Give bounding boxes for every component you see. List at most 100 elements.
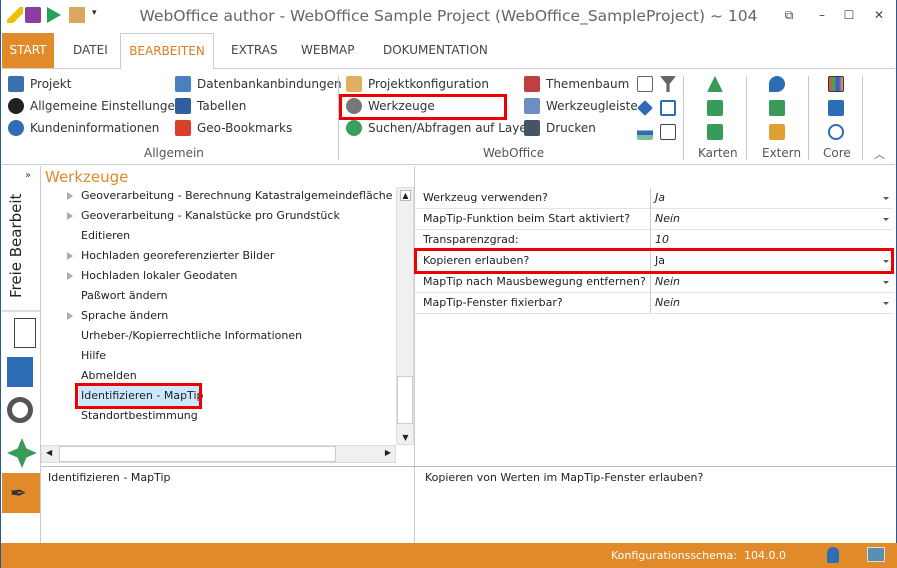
map-view-icon[interactable] (707, 124, 723, 140)
property-value[interactable]: Nein (650, 209, 893, 229)
scrollbar-thumb[interactable] (59, 446, 336, 462)
value-text: Nein (655, 296, 681, 309)
description-left: Identifizieren - MapTip (48, 471, 171, 484)
label: Tabellen (197, 99, 247, 113)
property-value[interactable]: 10 (650, 230, 893, 250)
database-search-icon[interactable] (769, 124, 785, 140)
dropdown-arrow-icon[interactable] (883, 197, 889, 200)
config-schema-status: Konfigurationsschema: 104.0.0 (611, 549, 786, 562)
tree-item[interactable]: Geoverarbeitung - Kanalstücke pro Grunds… (81, 206, 340, 226)
property-row: MapTip-Fenster fixierbar? Nein (415, 293, 893, 314)
collapse-ribbon-icon[interactable]: ︿ (874, 146, 885, 162)
horizontal-scrollbar[interactable]: ◀ ▶ (41, 445, 396, 463)
tree-item[interactable]: Hilfe (81, 346, 106, 366)
notebook-icon[interactable] (7, 357, 33, 387)
tree-item[interactable]: Sprache ändern (81, 306, 168, 326)
geo-bookmark-icon (175, 120, 191, 136)
vertical-scrollbar[interactable]: ▲ ▼ (396, 187, 414, 445)
document-icon[interactable] (637, 76, 653, 92)
toolbar-icon (524, 98, 540, 114)
expand-arrow-icon[interactable] (67, 192, 73, 200)
landscape-icon[interactable] (637, 124, 653, 140)
scroll-left-icon[interactable]: ◀ (46, 448, 52, 457)
clock-icon[interactable] (828, 124, 844, 140)
settings-wrench-icon[interactable] (828, 100, 844, 116)
tab-start[interactable]: START (2, 33, 54, 68)
tab-bearbeiten[interactable]: BEARBEITEN (120, 33, 214, 69)
scroll-down-icon[interactable]: ▼ (400, 433, 411, 442)
save-icon[interactable] (25, 7, 41, 23)
monitor-icon[interactable] (867, 547, 885, 562)
expand-arrow-icon[interactable] (67, 312, 73, 320)
group-weboffice-col2: Themenbaum Werkzeugleiste Drucken (524, 73, 638, 139)
tab-datei[interactable]: DATEI (63, 33, 118, 68)
ribbon-allgemeine-einstellungen[interactable]: Allgemeine Einstellungen (8, 95, 182, 117)
tree-item[interactable]: Standortbestimmung (81, 406, 198, 426)
label: Projekt (30, 77, 72, 91)
scroll-right-icon[interactable]: ▶ (385, 448, 391, 457)
property-value[interactable]: Nein (650, 272, 893, 292)
tab-dokumentation[interactable]: DOKUMENTATION (373, 33, 498, 68)
sidebar-active-item[interactable]: ✒ (2, 473, 40, 513)
highlight-property-row (414, 248, 894, 274)
layer-tree-icon (524, 76, 540, 92)
property-name: MapTip-Funktion beim Start aktiviert? (423, 212, 631, 225)
scrollbar-thumb[interactable] (397, 376, 413, 424)
sidebar-vertical-tab[interactable]: Freie Bearbeit (7, 194, 25, 298)
ribbon-geo-bookmarks[interactable]: Geo-Bookmarks (175, 117, 342, 139)
tree-item[interactable]: Geoverarbeitung - Berechnung Katastralge… (81, 186, 393, 206)
ribbon-werkzeugleiste[interactable]: Werkzeugleiste (524, 95, 638, 117)
ribbon-tabellen[interactable]: Tabellen (175, 95, 342, 117)
restore-ribbon-icon[interactable]: ⧉ (779, 8, 799, 23)
user-icon[interactable] (827, 547, 839, 563)
divider (746, 76, 747, 160)
property-name: MapTip-Fenster fixierbar? (423, 296, 563, 309)
divider (2, 310, 40, 312)
expand-arrow-icon[interactable] (67, 212, 73, 220)
ribbon-suchen-abfragen[interactable]: Suchen/Abfragen auf Layer (346, 117, 532, 139)
pencil-icon[interactable] (7, 7, 23, 23)
ribbon-datenbankanbindungen[interactable]: Datenbankanbindungen (175, 73, 342, 95)
pin-icon[interactable] (769, 76, 785, 92)
search-icon[interactable] (7, 397, 33, 423)
customize-dropdown-icon[interactable]: ▾ (92, 8, 97, 18)
dropdown-arrow-icon[interactable] (883, 281, 889, 284)
tree-item[interactable]: Urheber-/Kopierrechtliche Informationen (81, 326, 302, 346)
close-project-icon[interactable] (69, 7, 85, 23)
dropdown-arrow-icon[interactable] (883, 218, 889, 221)
map-layers-icon[interactable] (707, 100, 723, 116)
ribbon-projektkonfiguration[interactable]: Projektkonfiguration (346, 73, 532, 95)
expand-sidebar-icon[interactable]: » (25, 170, 31, 181)
scroll-up-icon[interactable]: ▲ (400, 190, 411, 201)
tree-item[interactable]: Hochladen lokaler Geodaten (81, 266, 237, 286)
expand-arrow-icon[interactable] (67, 272, 73, 280)
tab-extras[interactable]: EXTRAS (221, 33, 288, 68)
minimize-button[interactable]: – (812, 8, 832, 22)
tree-item[interactable]: Paßwort ändern (81, 286, 168, 306)
close-button[interactable]: ✕ (869, 8, 889, 22)
tab-webmap[interactable]: WEBMAP (291, 33, 364, 68)
label: Suchen/Abfragen auf Layer (368, 121, 532, 135)
new-document-icon[interactable] (14, 318, 36, 348)
map-location-icon[interactable] (769, 100, 785, 116)
legend-icon[interactable] (660, 100, 676, 116)
tree-item[interactable]: Hochladen georeferenzierter Bilder (81, 246, 274, 266)
window-title: WebOffice author - WebOffice Sample Proj… (139, 7, 758, 25)
property-value[interactable]: Nein (650, 293, 893, 313)
maximize-button[interactable]: ☐ (839, 8, 859, 22)
property-value[interactable]: Ja (650, 188, 893, 208)
tree-item[interactable]: Editieren (81, 226, 130, 246)
binoculars-icon[interactable] (660, 124, 676, 140)
ribbon-drucken[interactable]: Drucken (524, 117, 638, 139)
expand-arrow-icon[interactable] (67, 252, 73, 260)
run-icon[interactable] (47, 7, 61, 23)
ribbon-kundeninformationen[interactable]: Kundeninformationen (8, 117, 182, 139)
ribbon-projekt[interactable]: Projekt (8, 73, 182, 95)
label: Geo-Bookmarks (197, 121, 293, 135)
palette-icon[interactable] (828, 76, 844, 92)
highlight-werkzeuge (339, 94, 507, 120)
search-layer-icon (346, 120, 362, 136)
dropdown-arrow-icon[interactable] (883, 302, 889, 305)
group-allgemein-col2: Datenbankanbindungen Tabellen Geo-Bookma… (175, 73, 342, 139)
ribbon-themenbaum[interactable]: Themenbaum (524, 73, 638, 95)
